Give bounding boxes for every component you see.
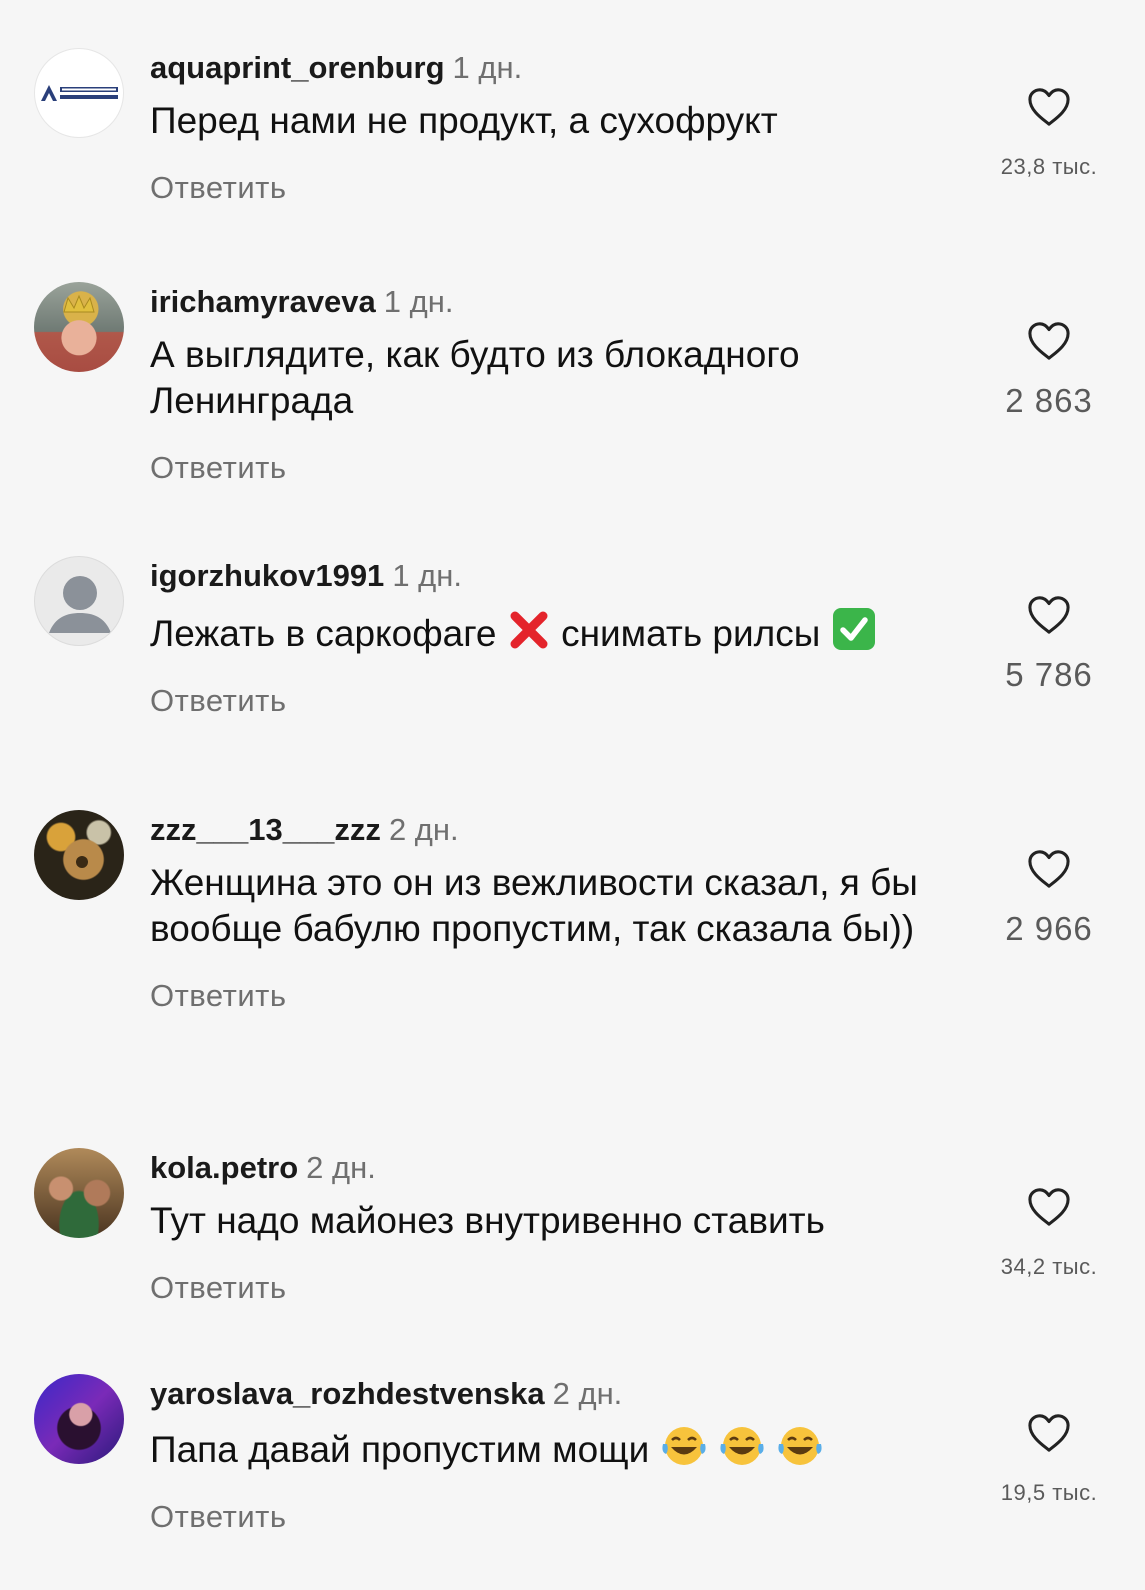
like-count: 19,5 тыс.: [1000, 1480, 1098, 1505]
comment-header: irichamyraveva 1 дн.: [150, 282, 980, 322]
username[interactable]: zzz___13___zzz: [150, 812, 381, 847]
heart-icon[interactable]: [1026, 848, 1072, 890]
heart-icon[interactable]: [1026, 1186, 1072, 1228]
comment-time: 1 дн.: [392, 558, 462, 593]
reply-button[interactable]: Ответить: [150, 1499, 980, 1535]
avatar[interactable]: [34, 1148, 124, 1238]
crown-icon: [63, 294, 95, 313]
comment-time: 2 дн.: [388, 812, 459, 847]
username[interactable]: kola.petro: [150, 1150, 298, 1185]
like-block: 2 966: [989, 848, 1109, 948]
comment-header: igorzhukov1991 1 дн.: [150, 556, 980, 596]
like-count: 2 863: [1005, 382, 1093, 419]
heart-icon[interactable]: [1026, 1412, 1072, 1454]
comment-header: yaroslava_rozhdestvenska 2 дн.: [150, 1374, 980, 1414]
like-count: 5 786: [1005, 656, 1093, 693]
heart-icon[interactable]: [1026, 594, 1072, 636]
comment-text: Лежать в саркофаге снимать рилсы: [150, 606, 980, 657]
like-block: 34,2 тыс.: [989, 1186, 1109, 1280]
comment-text-part: снимать рилсы: [561, 613, 821, 654]
tears-of-joy-icon: [720, 1427, 764, 1465]
comment-text-part: Лежать в саркофаге: [150, 613, 497, 654]
comment-body: zzz___13___zzz 2 дн. Женщина это он из ве…: [150, 810, 980, 1014]
username[interactable]: yaroslava_rozhdestvenska: [150, 1376, 545, 1411]
tears-of-joy-icon: [778, 1427, 822, 1465]
avatar[interactable]: [34, 282, 124, 372]
comment-header: kola.petro 2 дн.: [150, 1148, 980, 1188]
like-block: 2 863: [989, 320, 1109, 420]
reply-button[interactable]: Ответить: [150, 683, 980, 719]
like-count: 2 966: [1005, 910, 1093, 947]
comment-text-part: Папа давай пропустим мощи: [150, 1429, 650, 1470]
aquaprint-logo-icon: [41, 85, 118, 101]
avatar[interactable]: [34, 810, 124, 900]
laughing-emoji-group: [660, 1427, 825, 1470]
avatar[interactable]: [34, 48, 124, 138]
avatar[interactable]: [34, 556, 124, 646]
comment-body: igorzhukov1991 1 дн. Лежать в саркофаге с…: [150, 556, 980, 719]
comment-text: Женщина это он из вежливости сказал, я б…: [150, 862, 918, 949]
reply-button[interactable]: Ответить: [150, 170, 980, 206]
avatar[interactable]: [34, 1374, 124, 1464]
lion-icon: [76, 856, 88, 868]
heart-icon[interactable]: [1026, 86, 1072, 128]
comment-time: 1 дн.: [383, 284, 454, 319]
heart-icon[interactable]: [1026, 320, 1072, 362]
comment-time: 2 дн.: [306, 1150, 376, 1185]
default-avatar-icon: [49, 576, 111, 633]
comment-text: Перед нами не продукт, а сухофрукт: [150, 100, 778, 141]
comment-text: А выглядите, как будто из блокадного Лен…: [150, 334, 800, 421]
comment-body: yaroslava_rozhdestvenska 2 дн. Папа давай…: [150, 1374, 980, 1535]
cross-mark-icon: [510, 611, 548, 649]
comment-time: 1 дн.: [452, 50, 523, 85]
comment-body: kola.petro 2 дн. Тут надо майонез внутрив…: [150, 1148, 980, 1306]
comment-body: irichamyraveva 1 дн. А выглядите, как буд…: [150, 282, 980, 486]
reply-button[interactable]: Ответить: [150, 1270, 980, 1306]
like-block: 19,5 тыс.: [989, 1412, 1109, 1506]
reply-button[interactable]: Ответить: [150, 978, 980, 1014]
reply-button[interactable]: Ответить: [150, 450, 980, 486]
check-mark-icon: [832, 608, 875, 650]
like-block: 23,8 тыс.: [989, 86, 1109, 180]
like-count: 23,8 тыс.: [1000, 154, 1098, 179]
username[interactable]: igorzhukov1991: [150, 558, 384, 593]
like-count: 34,2 тыс.: [1000, 1254, 1098, 1279]
username[interactable]: irichamyraveva: [150, 284, 376, 319]
comment-text: Папа давай пропустим мощи: [150, 1424, 980, 1473]
comment-header: aquaprint_orenburg 1 дн.: [150, 48, 980, 88]
like-block: 5 786: [989, 594, 1109, 694]
tears-of-joy-icon: [661, 1427, 706, 1465]
username[interactable]: aquaprint_orenburg: [150, 50, 445, 85]
comment-time: 2 дн.: [552, 1376, 623, 1411]
comment-header: zzz___13___zzz 2 дн.: [150, 810, 980, 850]
comment-body: aquaprint_orenburg 1 дн. Перед нами не пр…: [150, 48, 980, 206]
comment-text: Тут надо майонез внутривенно ставить: [150, 1200, 825, 1241]
